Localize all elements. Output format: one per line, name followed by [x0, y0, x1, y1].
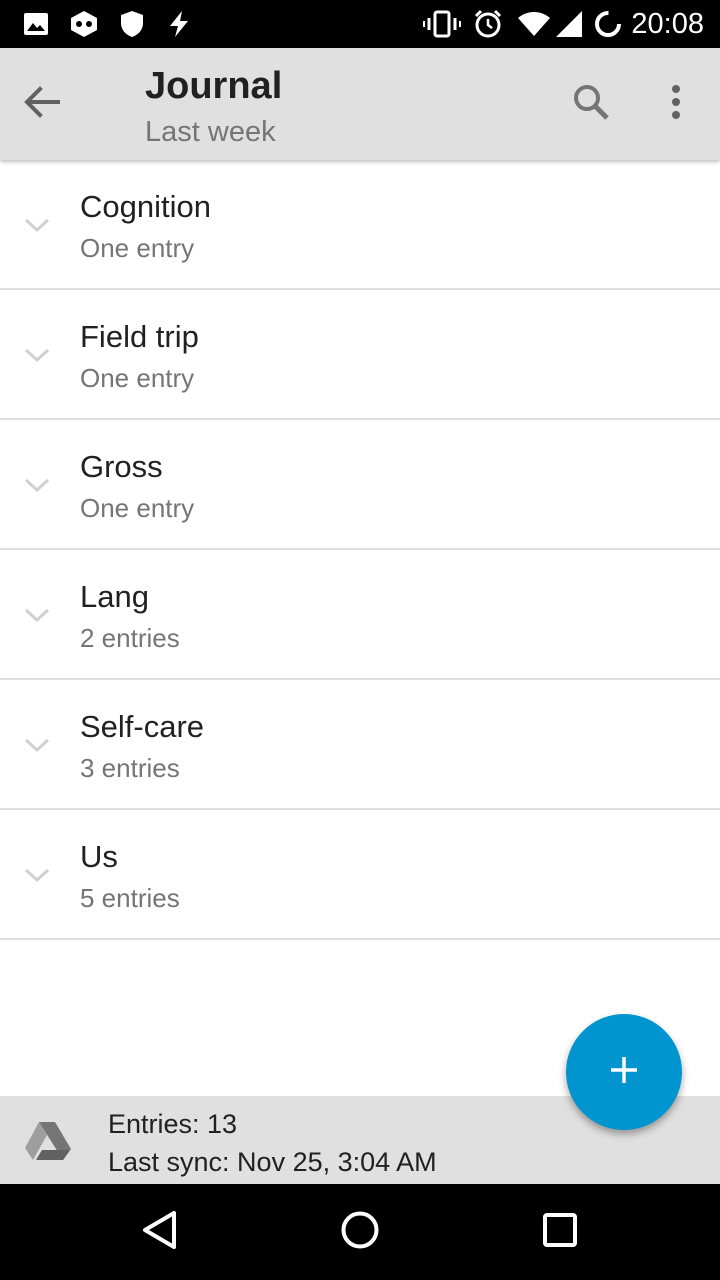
chevron-down-icon[interactable] [22, 345, 52, 365]
back-button[interactable] [24, 80, 88, 128]
page-title: Journal [145, 65, 283, 107]
image-notification-icon [22, 10, 50, 38]
list-item[interactable]: Lang 2 entries [0, 550, 720, 680]
home-circle-icon [340, 1210, 380, 1255]
chevron-down-icon[interactable] [22, 735, 52, 755]
navigation-bar [0, 1184, 720, 1280]
entry-count: 5 entries [80, 883, 180, 913]
nav-recents-button[interactable] [532, 1208, 588, 1256]
game-notification-icon [68, 10, 100, 38]
entry-count: One entry [80, 233, 195, 263]
page-subtitle: Last week [145, 116, 276, 148]
alarm-icon [472, 9, 504, 38]
flash-icon [164, 10, 194, 38]
nav-home-button[interactable] [332, 1208, 388, 1256]
category-title: Cognition [80, 189, 211, 224]
chevron-down-icon[interactable] [22, 865, 52, 885]
more-options-button[interactable] [650, 78, 702, 130]
add-entry-button[interactable] [566, 1014, 682, 1130]
chevron-down-icon[interactable] [22, 605, 52, 625]
status-bar: 20:08 [0, 0, 720, 48]
category-title: Us [80, 839, 118, 874]
list-item[interactable]: Field trip One entry [0, 290, 720, 420]
wifi-icon [516, 10, 552, 38]
nav-back-button[interactable] [132, 1208, 188, 1256]
entry-count: One entry [80, 363, 195, 393]
category-title: Lang [80, 579, 149, 614]
plus-icon [608, 1054, 640, 1091]
category-list: Cognition One entry Field trip One entry… [0, 160, 720, 940]
vibrate-icon [422, 10, 462, 38]
entries-total: Entries: 13 [108, 1109, 238, 1139]
entry-count: One entry [80, 493, 195, 523]
category-title: Gross [80, 449, 163, 484]
battery-icon [592, 10, 624, 38]
recents-square-icon [542, 1212, 578, 1253]
chevron-down-icon[interactable] [22, 215, 52, 235]
list-item[interactable]: Cognition One entry [0, 160, 720, 290]
search-icon [572, 83, 610, 126]
category-title: Self-care [80, 709, 205, 744]
last-sync-text: Last sync: Nov 25, 3:04 AM [108, 1147, 437, 1177]
list-item[interactable]: Gross One entry [0, 420, 720, 550]
entry-count: 2 entries [80, 623, 180, 653]
list-item[interactable]: Us 5 entries [0, 810, 720, 940]
entry-count: 3 entries [80, 753, 180, 783]
list-item[interactable]: Self-care 3 entries [0, 680, 720, 810]
status-time: 20:08 [631, 8, 704, 40]
chevron-down-icon[interactable] [22, 475, 52, 495]
app-bar: Journal Last week [0, 48, 720, 160]
signal-icon [554, 10, 584, 38]
back-arrow-icon [24, 85, 60, 123]
shield-icon [118, 10, 146, 38]
more-vert-icon [671, 84, 681, 124]
category-title: Field trip [80, 319, 199, 354]
back-triangle-icon [140, 1209, 180, 1256]
drive-icon [24, 1120, 72, 1162]
search-button[interactable] [562, 78, 620, 130]
